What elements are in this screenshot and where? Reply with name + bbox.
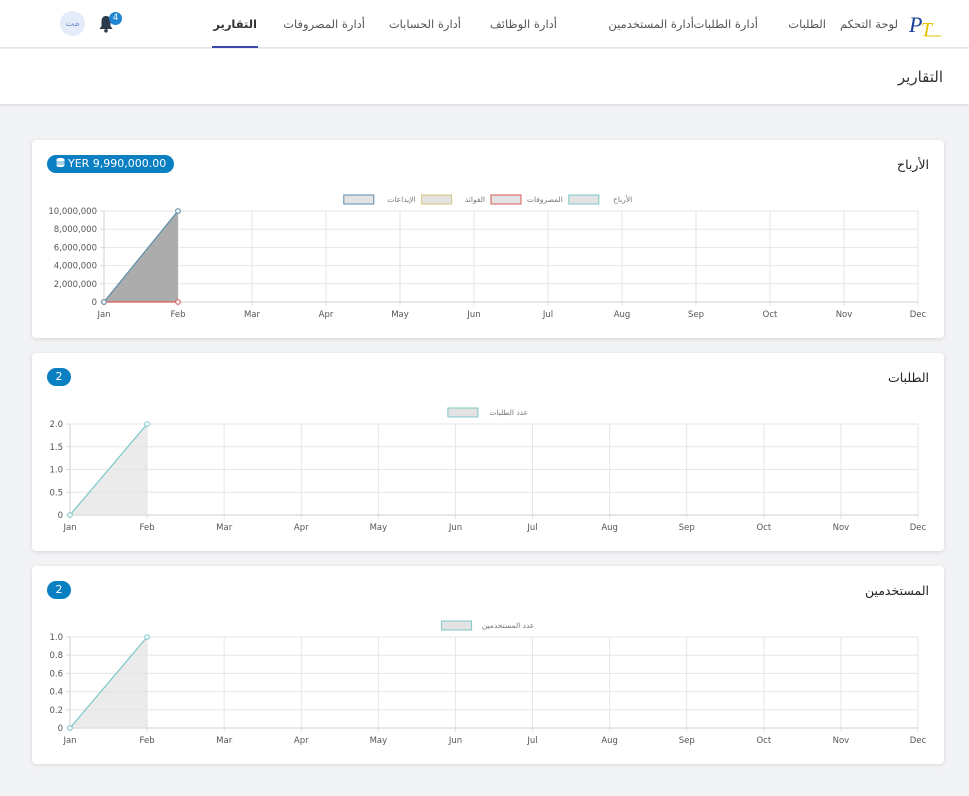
x-tick-label: Oct bbox=[756, 523, 771, 533]
data-point bbox=[144, 421, 150, 427]
data-point bbox=[101, 299, 107, 305]
user-avatar[interactable]: مت bbox=[60, 11, 85, 36]
data-point bbox=[67, 725, 73, 731]
x-tick-label: Feb bbox=[170, 310, 185, 320]
legend-label: الفوائد bbox=[465, 195, 485, 204]
y-tick-label: 8,000,000 bbox=[54, 225, 97, 235]
y-tick-label: 0 bbox=[58, 724, 63, 734]
x-tick-label: Sep bbox=[688, 310, 704, 320]
y-tick-label: 4,000,000 bbox=[54, 262, 97, 272]
profits-chart: 10,000,000 8,000,000 6,000,000 4,000,000 2,0… bbox=[48, 194, 927, 320]
y-tick-label: 10,000,000 bbox=[48, 207, 97, 217]
y-tick-label: 2,000,000 bbox=[54, 280, 97, 290]
data-point bbox=[175, 208, 181, 214]
x-tick-label: Jun bbox=[466, 310, 480, 320]
x-tick-label: Aug bbox=[601, 736, 618, 746]
x-tick-label: Nov bbox=[836, 310, 853, 320]
y-tick-label: 0 bbox=[92, 298, 97, 308]
x-tick-label: Apr bbox=[294, 736, 309, 746]
legend-swatch bbox=[447, 407, 479, 418]
nav-item-1[interactable]: الطلبات bbox=[788, 17, 826, 31]
x-tick-label: Jul bbox=[526, 736, 537, 746]
data-point bbox=[175, 299, 181, 305]
legend-swatch bbox=[568, 194, 600, 205]
page-header: التقارير bbox=[0, 49, 969, 104]
orders-card: الطلبات 2 2.0 1.5 1.0 0.5 0 Jan Feb Mar Apr May Ju… bbox=[32, 353, 944, 551]
y-tick-label: 0.4 bbox=[49, 688, 63, 698]
svg-text:T: T bbox=[921, 19, 934, 40]
legend-swatch bbox=[343, 194, 375, 205]
nav-item-7[interactable]: التقارير bbox=[213, 17, 257, 31]
y-tick-label: 2.0 bbox=[49, 420, 63, 430]
x-tick-label: May bbox=[370, 523, 388, 533]
x-tick-label: Jan bbox=[62, 523, 76, 533]
notification-count-badge: 4 bbox=[109, 12, 122, 25]
x-tick-label: Jul bbox=[542, 310, 553, 320]
x-tick-label: Oct bbox=[756, 736, 771, 746]
y-tick-label: 1.0 bbox=[49, 633, 63, 643]
x-tick-label: Apr bbox=[319, 310, 334, 320]
x-tick-label: Apr bbox=[294, 523, 309, 533]
x-tick-label: Jul bbox=[526, 523, 537, 533]
x-tick-label: Aug bbox=[601, 523, 618, 533]
data-point bbox=[144, 634, 150, 640]
active-tab-underline bbox=[212, 46, 258, 48]
x-tick-label: Jan bbox=[62, 736, 76, 746]
pt-logo[interactable]: P T bbox=[907, 8, 943, 40]
nav-item-6[interactable]: أدارة المصروفات bbox=[283, 17, 365, 31]
x-tick-label: Feb bbox=[140, 523, 155, 533]
y-tick-label: 0.8 bbox=[49, 651, 63, 661]
x-tick-label: Dec bbox=[910, 523, 927, 533]
x-tick-label: Aug bbox=[614, 310, 631, 320]
x-tick-label: Dec bbox=[910, 736, 927, 746]
x-tick-label: Jun bbox=[448, 736, 462, 746]
nav-item-3[interactable]: أدارة المستخدمين bbox=[608, 17, 694, 31]
x-tick-label: May bbox=[391, 310, 409, 320]
x-tick-label: Jun bbox=[448, 523, 462, 533]
page-title: التقارير bbox=[897, 68, 943, 86]
x-tick-label: Dec bbox=[910, 310, 927, 320]
legend-label: عدد المستخدمين bbox=[482, 621, 535, 630]
x-tick-label: Jan bbox=[96, 310, 110, 320]
legend-swatch bbox=[490, 194, 522, 205]
x-tick-label: Mar bbox=[216, 523, 233, 533]
y-tick-label: 6,000,000 bbox=[54, 243, 97, 253]
users-chart: 1.0 0.8 0.6 0.4 0.2 0 Jan Feb Mar Apr May Jun Jul Aug… bbox=[49, 620, 927, 746]
y-tick-label: 1.0 bbox=[49, 466, 63, 476]
x-tick-label: Mar bbox=[216, 736, 233, 746]
x-tick-label: Sep bbox=[679, 736, 695, 746]
data-point bbox=[67, 512, 73, 518]
users-card: المستخدمين 2 1.0 0.8 0.6 0.4 0.2 0 Jan Feb Mar Ap… bbox=[32, 566, 944, 764]
x-tick-label: Feb bbox=[140, 736, 155, 746]
orders-chart: 2.0 1.5 1.0 0.5 0 Jan Feb Mar Apr May Jun Jul Aug Sep… bbox=[49, 407, 927, 533]
legend-swatch bbox=[441, 620, 473, 631]
y-tick-label: 0.6 bbox=[49, 669, 63, 679]
legend-label: عدد الطلبات bbox=[489, 408, 528, 417]
legend-label: المصروفات bbox=[527, 195, 563, 204]
legend-label: الأرباح bbox=[613, 194, 632, 204]
x-tick-label: May bbox=[370, 736, 388, 746]
x-tick-label: Nov bbox=[833, 523, 850, 533]
top-navbar: P T لوحة التحكم الطلبات أدارة الطلبات أدارة… bbox=[0, 0, 969, 48]
x-tick-label: Sep bbox=[679, 523, 695, 533]
nav-item-0[interactable]: لوحة التحكم bbox=[840, 17, 898, 31]
x-tick-label: Mar bbox=[244, 310, 261, 320]
x-tick-label: Nov bbox=[833, 736, 850, 746]
y-tick-label: 0.2 bbox=[49, 706, 63, 716]
legend-swatch bbox=[421, 194, 453, 205]
y-tick-label: 0 bbox=[58, 511, 63, 521]
nav-item-5[interactable]: أدارة الحسابات bbox=[389, 17, 461, 31]
nav-item-4[interactable]: أدارة الوظائف bbox=[490, 17, 557, 31]
y-tick-label: 0.5 bbox=[49, 488, 63, 498]
legend-label: الإيداعات bbox=[387, 195, 415, 204]
x-tick-label: Oct bbox=[763, 310, 778, 320]
nav-item-2[interactable]: أدارة الطلبات bbox=[694, 17, 759, 31]
y-tick-label: 1.5 bbox=[49, 443, 63, 453]
profits-card: الأرباح YER 9,990,000.00 10,000,000 8,000… bbox=[32, 140, 944, 338]
